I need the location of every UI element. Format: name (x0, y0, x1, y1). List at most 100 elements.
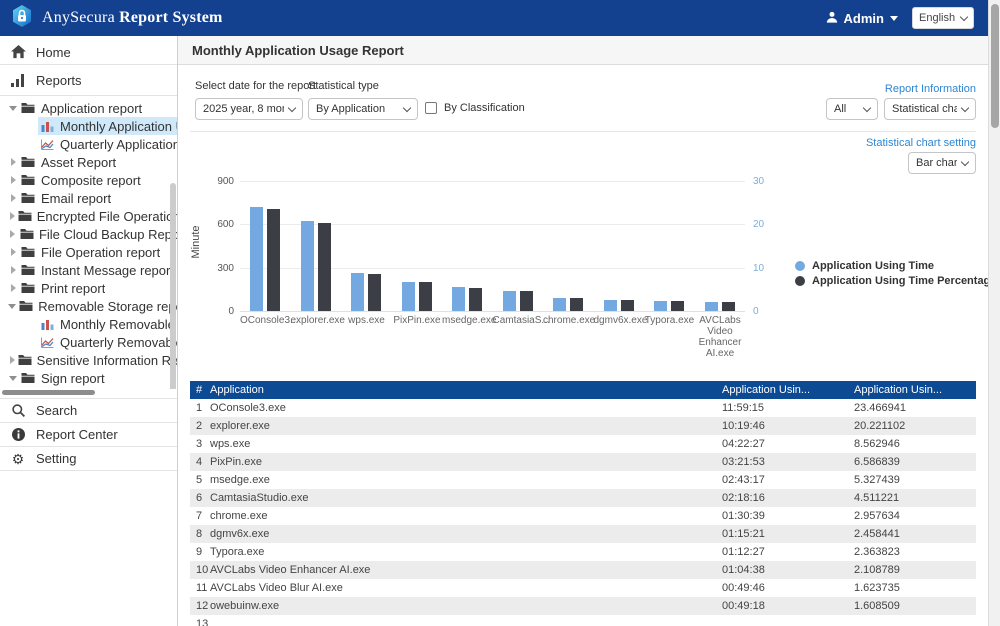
bar-using-time (705, 302, 718, 311)
y-axis-tick-left: 900 (190, 176, 234, 187)
tree-item-quarterly-application-usa[interactable]: Quarterly Application Usa (0, 135, 177, 153)
report-information-link[interactable]: Report Information (885, 83, 976, 95)
bar-using-time-percentage (671, 301, 684, 311)
tree-item-instant-message-report[interactable]: Instant Message report (0, 261, 177, 279)
bar-using-time-percentage (267, 209, 280, 311)
tree-item-label: Quarterly Removable Sto (60, 335, 177, 350)
caret-down-icon[interactable] (7, 106, 19, 111)
table-header-cell[interactable]: Application (210, 384, 706, 396)
tree-item-file-cloud-backup-report[interactable]: File Cloud Backup Report (0, 225, 177, 243)
tree-item-sensitive-information-report[interactable]: Sensitive Information Report (0, 351, 177, 369)
caret-right-icon[interactable] (7, 248, 19, 256)
sidebar-item-reports[interactable]: Reports (0, 68, 177, 92)
table-header-cell[interactable]: Application Usin... (846, 384, 976, 396)
all-select-value: All (834, 103, 846, 115)
table-cell: PixPin.exe (210, 456, 706, 468)
y-axis-tick-right: 30 (753, 176, 764, 187)
caret-down-icon[interactable] (7, 304, 18, 309)
chart-type-select-value: Bar charts (916, 157, 957, 169)
sidebar-item-home[interactable]: Home (0, 40, 177, 64)
tree-item-composite-report[interactable]: Composite report (0, 171, 177, 189)
page-scrollbar-thumb[interactable] (991, 4, 999, 128)
usage-table: #ApplicationApplication Usin...Applicati… (190, 381, 976, 626)
sidebar-item-setting[interactable]: ⚙ Setting (0, 447, 177, 470)
caret-right-icon[interactable] (7, 356, 17, 364)
y-axis-tick-right: 0 (753, 306, 759, 317)
chevron-down-icon (403, 103, 411, 111)
table-header-cell[interactable]: Application Usin... (706, 384, 846, 396)
table-row: 10AVCLabs Video Enhancer AI.exe01:04:382… (190, 561, 976, 579)
statistical-chart-setting-link[interactable]: Statistical chart setting (866, 137, 976, 149)
tree-item-label: Quarterly Application Usa (60, 137, 177, 152)
language-select[interactable]: English (912, 7, 974, 29)
tree-item-quarterly-removable-sto[interactable]: Quarterly Removable Sto (0, 333, 177, 351)
all-select[interactable]: All (826, 98, 878, 120)
table-header-cell[interactable]: # (190, 384, 210, 396)
caret-right-icon[interactable] (7, 266, 19, 274)
sidebar-item-report-center[interactable]: Report Center (0, 423, 177, 446)
caret-right-icon[interactable] (7, 194, 19, 202)
table-row: 5msedge.exe02:43:175.327439 (190, 471, 976, 489)
table-row: 4PixPin.exe03:21:536.586839 (190, 453, 976, 471)
x-axis-category-label: wps.exe (341, 315, 392, 326)
admin-label: Admin (844, 11, 884, 26)
table-cell: 8.562946 (846, 438, 976, 450)
legend-item: Application Using Time (795, 260, 988, 272)
tree-item-label: Application report (41, 101, 142, 116)
x-axis-category-label: AVCLabs Video Enhancer AI.exe (695, 315, 746, 359)
tree-item-print-report[interactable]: Print report (0, 279, 177, 297)
user-icon (826, 11, 838, 26)
by-classification-checkbox[interactable] (425, 102, 437, 114)
caret-right-icon[interactable] (7, 212, 17, 220)
y-axis-tick-right: 10 (753, 263, 764, 274)
table-row: 13 (190, 615, 976, 626)
chart-plot-area (240, 181, 745, 311)
x-axis-category-label: Typora.exe (644, 315, 695, 326)
page-scrollbar[interactable] (988, 0, 1000, 626)
bar-chart-icon (38, 121, 56, 132)
table-cell: Typora.exe (210, 546, 706, 558)
caret-right-icon[interactable] (7, 284, 19, 292)
tree-item-removable-storage-report[interactable]: Removable Storage report (0, 297, 177, 315)
tree-item-encrypted-file-operations-r[interactable]: Encrypted File Operations R (0, 207, 177, 225)
statistical-chart-select[interactable]: Statistical chart : (884, 98, 976, 120)
table-cell: 9 (190, 546, 210, 558)
caret-right-icon[interactable] (7, 230, 18, 238)
sidebar-item-search[interactable]: Search (0, 399, 177, 422)
tree-item-asset-report[interactable]: Asset Report (0, 153, 177, 171)
table-cell: 01:15:21 (706, 528, 846, 540)
tree-item-monthly-removable-stor[interactable]: Monthly Removable Stor (0, 315, 177, 333)
table-cell: 6 (190, 492, 210, 504)
bar-using-time-percentage (570, 298, 583, 311)
tree-item-label: Monthly Removable Stor (60, 317, 177, 332)
chart-type-select[interactable]: Bar charts (908, 152, 976, 174)
tree-item-sign-report[interactable]: Sign report (0, 369, 177, 387)
caret-down-icon[interactable] (7, 376, 19, 381)
table-cell: 6.586839 (846, 456, 976, 468)
admin-menu[interactable]: Admin (826, 11, 898, 26)
y-axis-tick-right: 20 (753, 219, 764, 230)
tree-item-email-report[interactable]: Email report (0, 189, 177, 207)
table-cell: 11 (190, 582, 210, 594)
stat-type-select[interactable]: By Application (308, 98, 418, 120)
table-row: 7chrome.exe01:30:392.957634 (190, 507, 976, 525)
tree-item-monthly-application-usag[interactable]: Monthly Application Usag (0, 117, 177, 135)
tree-item-file-operation-report[interactable]: File Operation report (0, 243, 177, 261)
sidebar-reports-label: Reports (36, 73, 82, 88)
folder-icon (19, 174, 37, 186)
bar-using-time (604, 300, 617, 311)
tree-item-content: Quarterly Removable Sto (38, 333, 177, 351)
folder-icon (19, 192, 37, 204)
bar-using-time-percentage (469, 288, 482, 311)
date-select[interactable]: 2025 year, 8 month (195, 98, 303, 120)
tree-item-application-report[interactable]: Application report (0, 99, 177, 117)
caret-right-icon[interactable] (7, 176, 19, 184)
table-cell: 4.511221 (846, 492, 976, 504)
tree-horizontal-scrollbar[interactable] (0, 390, 177, 396)
tree-vertical-scrollbar[interactable] (170, 183, 176, 389)
folder-icon (17, 354, 32, 366)
bar-using-time (654, 301, 667, 311)
tree-item-label: Monthly Application Usag (60, 119, 177, 134)
line-chart-icon (38, 139, 56, 150)
caret-right-icon[interactable] (7, 158, 19, 166)
